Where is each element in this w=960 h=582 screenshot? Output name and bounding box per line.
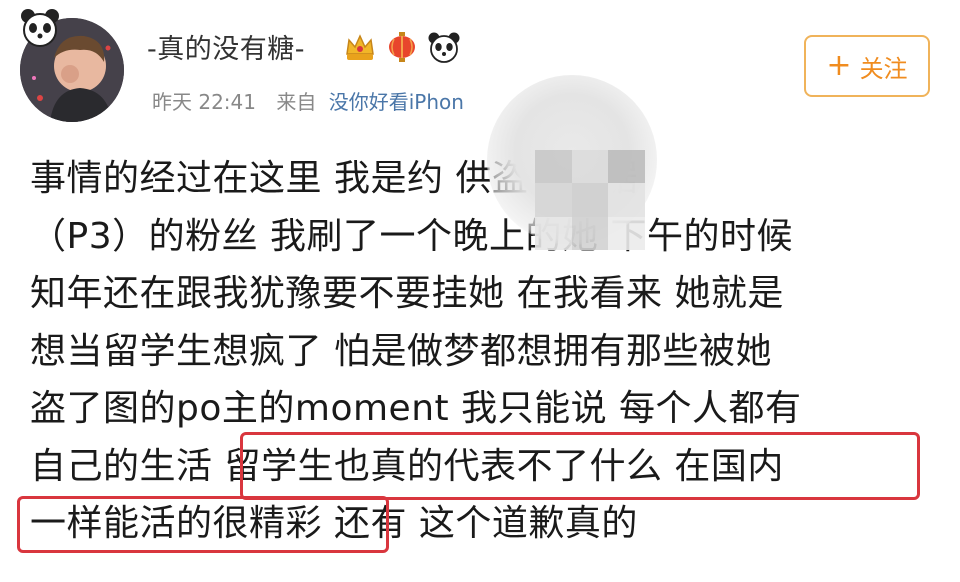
follow-label: 关注 [859,54,908,83]
lantern-icon [389,32,415,62]
crown-icon [346,34,374,60]
highlight-box [17,496,389,553]
source-link[interactable]: 没你好看iPhon [329,90,464,114]
post-meta: 昨天 22:41 来自 没你好看iPhon [152,86,464,115]
panda-icon [21,9,59,47]
source-from-label: 来自 [276,90,317,114]
user-name[interactable]: -真的没有糖- [147,27,305,66]
post-time: 昨天 22:41 [152,90,256,114]
follow-button[interactable]: + 关注 [804,35,930,97]
highlight-box [240,432,920,500]
user-badges [343,30,461,66]
panda-icon [428,32,460,63]
plus-icon: + [826,48,852,83]
mosaic-overlay [535,150,645,250]
